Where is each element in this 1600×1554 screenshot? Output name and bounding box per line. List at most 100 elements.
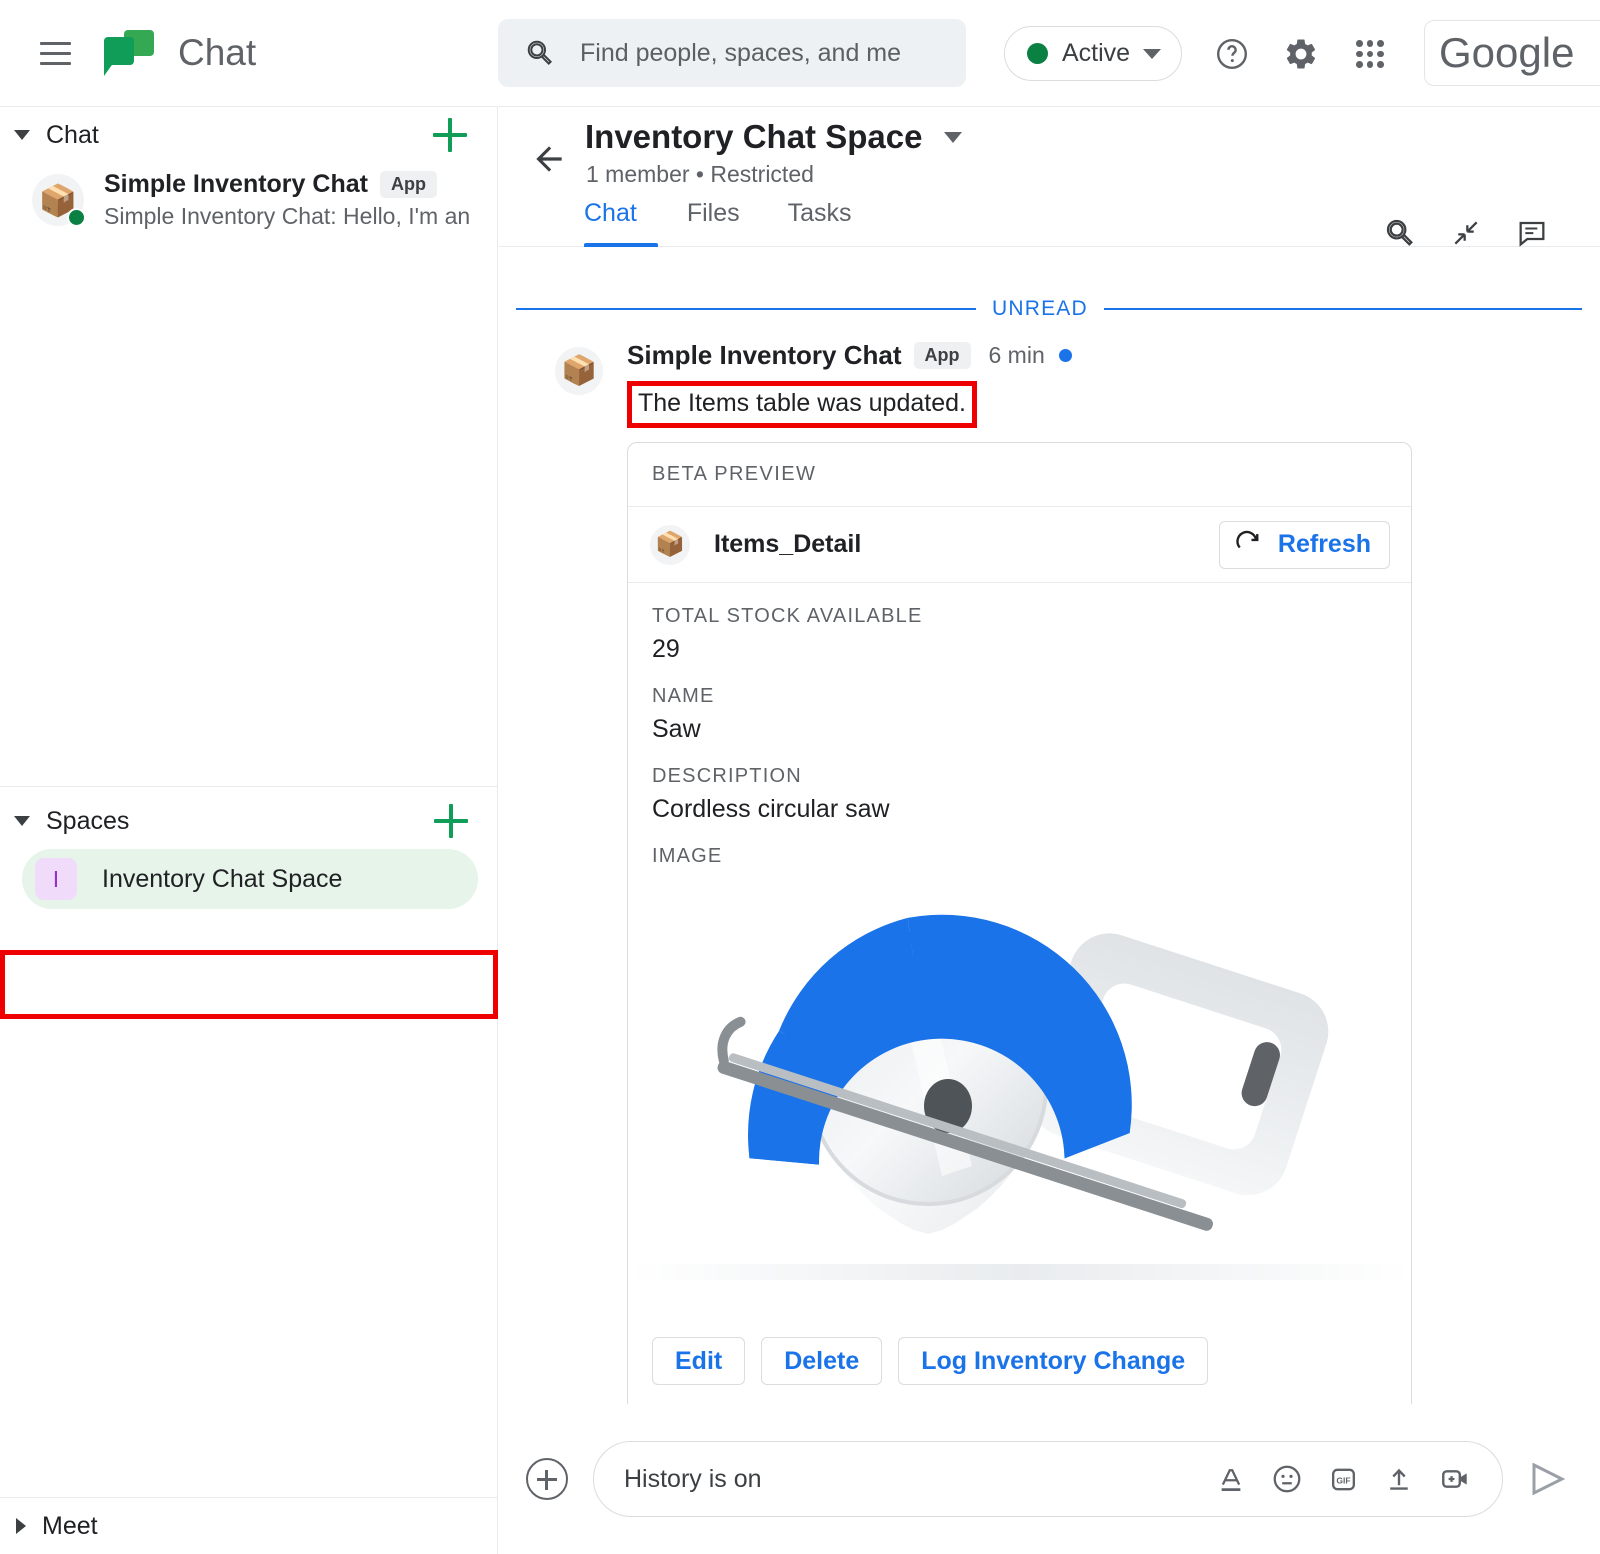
app-badge: App xyxy=(380,171,437,198)
sidebar: Chat 📦 Simple Inventory Chat App Simple … xyxy=(0,106,498,1554)
status-label: Active xyxy=(1062,39,1130,68)
field-label-name: NAME xyxy=(652,685,1411,708)
sidebar-item-inventory-chat-space[interactable]: I Inventory Chat Space xyxy=(22,849,478,909)
search-icon xyxy=(525,38,555,68)
list-item-snippet: Simple Inventory Chat: Hello, I'm an awe… xyxy=(104,203,474,230)
highlight-box-space xyxy=(0,950,498,1019)
list-item-text: Simple Inventory Chat App Simple Invento… xyxy=(104,170,474,230)
card-header: 📦 Items_Detail Refresh xyxy=(628,507,1411,583)
sidebar-item-label: Inventory Chat Space xyxy=(102,865,342,894)
space-avatar-initial: I xyxy=(53,866,59,893)
emoji-icon[interactable] xyxy=(1270,1462,1304,1496)
apps-grid-icon[interactable] xyxy=(1346,30,1394,78)
hamburger-menu-icon[interactable] xyxy=(31,29,79,77)
message-header: Simple Inventory Chat App 6 min xyxy=(627,337,1600,373)
triangle-right-icon xyxy=(16,1518,26,1534)
message-timestamp: 6 min xyxy=(989,342,1045,369)
space-title-row[interactable]: Inventory Chat Space xyxy=(585,118,962,156)
field-value-total-stock: 29 xyxy=(652,635,1411,664)
space-subtitle: 1 member • Restricted xyxy=(586,161,814,188)
card-title: Items_Detail xyxy=(714,530,861,559)
card-beta-label: BETA PREVIEW xyxy=(652,463,816,486)
delete-button[interactable]: Delete xyxy=(761,1337,882,1385)
sidebar-section-spaces-label: Spaces xyxy=(46,807,129,836)
message-input-placeholder: History is on xyxy=(624,1465,1214,1494)
search-input[interactable]: Find people, spaces, and messages xyxy=(498,19,966,87)
sidebar-section-spaces: Spaces I Inventory Chat Space xyxy=(0,793,498,909)
circular-saw-illustration xyxy=(628,876,1411,1306)
chevron-down-icon xyxy=(1143,49,1161,59)
unread-divider: UNREAD xyxy=(516,295,1582,323)
tab-files[interactable]: Files xyxy=(663,199,764,247)
sidebar-section-chat[interactable]: Chat xyxy=(0,107,497,163)
video-icon[interactable] xyxy=(1438,1462,1472,1496)
tab-chat[interactable]: Chat xyxy=(584,199,663,247)
chevron-down-icon[interactable] xyxy=(944,132,962,143)
field-label-description: DESCRIPTION xyxy=(652,765,1411,788)
google-chat-window: Chat Find people, spaces, and messages A… xyxy=(0,0,1600,1554)
refresh-button-label: Refresh xyxy=(1278,530,1371,559)
list-item[interactable]: 📦 Simple Inventory Chat App Simple Inven… xyxy=(0,163,497,237)
arrow-left-icon[interactable] xyxy=(525,135,573,183)
card-fields: TOTAL STOCK AVAILABLE 29 NAME Saw DESCRI… xyxy=(628,583,1411,868)
message-author: Simple Inventory Chat xyxy=(627,340,902,371)
tab-tasks-label: Tasks xyxy=(788,199,852,228)
saw-svg xyxy=(628,876,1411,1306)
space-title: Inventory Chat Space xyxy=(585,118,922,156)
svg-text:GIF: GIF xyxy=(1336,1475,1350,1485)
sidebar-section-meet[interactable]: Meet xyxy=(0,1497,498,1554)
refresh-button[interactable]: Refresh xyxy=(1219,521,1390,569)
plus-circle-icon[interactable] xyxy=(526,1458,568,1500)
triangle-down-icon xyxy=(14,130,30,140)
edit-button[interactable]: Edit xyxy=(652,1337,745,1385)
avatar: 📦 xyxy=(555,347,603,395)
tab-chat-label: Chat xyxy=(584,199,637,228)
gif-icon[interactable]: GIF xyxy=(1326,1462,1360,1496)
new-chat-plus-icon[interactable] xyxy=(433,118,467,152)
triangle-down-icon xyxy=(14,816,30,826)
avatar: 📦 xyxy=(32,174,84,226)
package-box-icon: 📦 xyxy=(561,357,597,386)
account-logo[interactable]: Google xyxy=(1424,20,1600,86)
help-circle-icon[interactable] xyxy=(1208,30,1256,78)
account-logo-text: Google xyxy=(1439,29,1574,77)
message-input[interactable]: History is on xyxy=(593,1441,1503,1517)
tab-files-label: Files xyxy=(687,199,740,228)
sidebar-section-chat-label: Chat xyxy=(46,121,99,150)
card-beta-banner: BETA PREVIEW xyxy=(628,443,1411,507)
log-inventory-change-button[interactable]: Log Inventory Change xyxy=(898,1337,1208,1385)
field-label-image: IMAGE xyxy=(652,845,1411,868)
list-item-name: Simple Inventory Chat xyxy=(104,170,368,199)
main-pane: Inventory Chat Space 1 member • Restrict… xyxy=(499,106,1600,1554)
space-avatar: I xyxy=(35,858,77,900)
unread-dot xyxy=(1059,349,1072,362)
conversation-area: UNREAD 📦 Simple Inventory Chat App 6 min… xyxy=(499,247,1600,1405)
message: 📦 Simple Inventory Chat App 6 min The It… xyxy=(499,337,1600,1405)
sidebar-section-spaces-header[interactable]: Spaces xyxy=(0,793,498,849)
presence-dot xyxy=(67,208,86,227)
package-box-icon: 📦 xyxy=(650,525,690,565)
card-actions: Edit Delete Log Inventory Change xyxy=(628,1306,1411,1405)
search-placeholder: Find people, spaces, and messages xyxy=(580,39,900,68)
send-icon[interactable] xyxy=(1525,1456,1571,1502)
gear-icon[interactable] xyxy=(1277,30,1325,78)
tab-tasks[interactable]: Tasks xyxy=(764,199,876,247)
divider xyxy=(0,786,498,787)
sidebar-section-meet-label: Meet xyxy=(42,1512,98,1541)
message-text: The Items table was updated. xyxy=(627,381,977,428)
new-space-plus-icon[interactable] xyxy=(434,804,468,838)
status-dot xyxy=(1027,43,1048,64)
format-text-icon[interactable] xyxy=(1214,1462,1248,1496)
space-tabs: Chat Files Tasks xyxy=(584,199,876,247)
field-label-total-stock: TOTAL STOCK AVAILABLE xyxy=(652,605,1411,628)
top-app-bar: Chat Find people, spaces, and messages A… xyxy=(0,0,1600,106)
composer-tools: GIF xyxy=(1214,1462,1472,1496)
status-button[interactable]: Active xyxy=(1004,26,1182,81)
app-badge: App xyxy=(914,342,971,369)
message-composer: History is on xyxy=(499,1404,1600,1554)
google-chat-logo-icon xyxy=(104,30,154,76)
refresh-icon xyxy=(1234,530,1264,560)
unread-divider-label: UNREAD xyxy=(976,297,1104,321)
page-title: Chat xyxy=(178,32,256,74)
upload-icon[interactable] xyxy=(1382,1462,1416,1496)
